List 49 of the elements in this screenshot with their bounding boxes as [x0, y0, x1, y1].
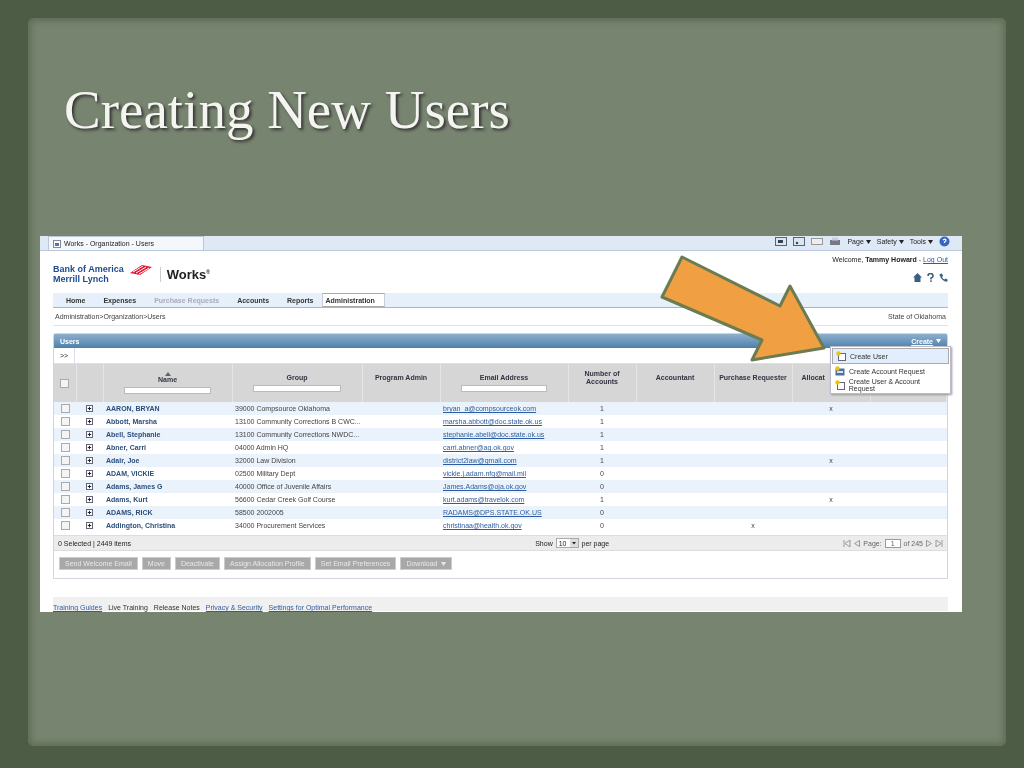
select-all-checkbox[interactable]	[60, 378, 70, 388]
last-page-icon[interactable]	[935, 539, 943, 547]
slide-title: Creating New Users	[63, 78, 511, 142]
expand-icon[interactable]	[86, 496, 93, 504]
row-checkbox[interactable]	[60, 443, 70, 452]
caret-icon	[865, 239, 871, 244]
row-checkbox[interactable]	[60, 417, 70, 426]
filter-field[interactable]	[124, 387, 211, 394]
expand-icon[interactable]	[86, 483, 93, 491]
brand-name: Bank of America	[53, 264, 124, 274]
new-document-icon	[836, 351, 846, 361]
printer-icon[interactable]	[829, 237, 842, 246]
filter-field[interactable]	[460, 385, 548, 392]
expand-icon[interactable]	[86, 418, 93, 426]
row-checkbox[interactable]	[60, 430, 70, 439]
row-checkbox[interactable]	[60, 495, 70, 504]
caret-icon	[928, 239, 933, 244]
expand-icon[interactable]	[86, 522, 93, 530]
row-checkbox[interactable]	[60, 482, 70, 491]
expand-icon[interactable]	[86, 431, 93, 439]
page-icon	[53, 239, 61, 248]
previous-page-icon[interactable]	[854, 539, 861, 547]
product-name: Works$^{®}$	[159, 266, 210, 282]
help-icon[interactable]	[927, 273, 934, 282]
row-checkbox[interactable]	[60, 469, 70, 478]
caret-icon	[440, 561, 446, 566]
expand-icon[interactable]	[86, 457, 93, 465]
home-icon[interactable]	[913, 273, 922, 282]
filter-field[interactable]	[253, 385, 341, 392]
row-checkbox[interactable]	[60, 456, 70, 465]
new-document-icon	[835, 380, 845, 390]
card-icon	[835, 366, 845, 376]
expand-icon[interactable]	[86, 509, 93, 517]
expand-icon[interactable]	[86, 444, 93, 452]
row-checkbox[interactable]	[60, 521, 70, 530]
sort-icon[interactable]	[164, 372, 171, 376]
dropdown-arrow-icon	[569, 539, 578, 547]
phone-icon[interactable]	[939, 273, 948, 282]
caret-icon	[936, 339, 941, 343]
first-page-icon[interactable]	[843, 539, 852, 547]
caret-icon	[898, 239, 904, 244]
help-icon[interactable]	[939, 236, 950, 247]
mail-icon[interactable]	[811, 237, 824, 246]
row-checkbox[interactable]	[60, 404, 70, 413]
expand-icon[interactable]	[86, 470, 93, 478]
row-checkbox[interactable]	[60, 508, 70, 517]
next-page-icon[interactable]	[926, 539, 932, 547]
brand-name: Merrill Lynch	[53, 274, 110, 284]
expand-icon[interactable]	[86, 405, 93, 413]
